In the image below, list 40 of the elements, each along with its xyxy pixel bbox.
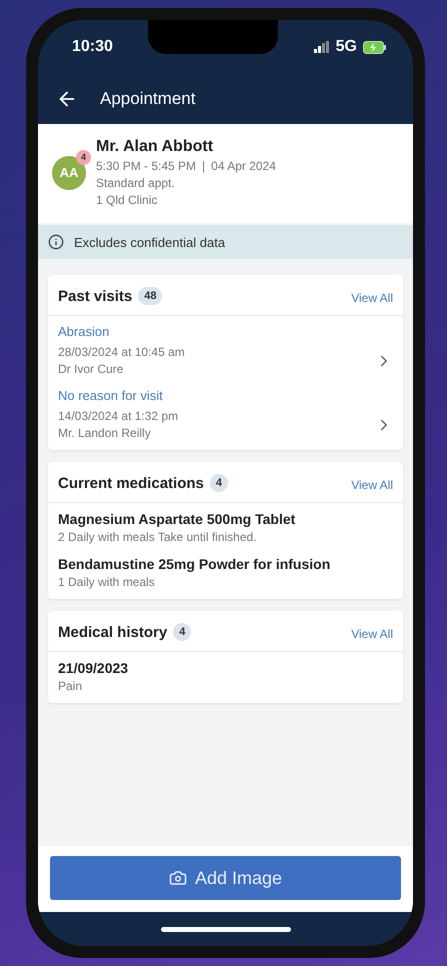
- section-title: Medical history: [58, 624, 168, 640]
- count-badge: 4: [210, 474, 228, 492]
- appointment-time: 5:30 PM - 5:45 PM: [96, 159, 196, 173]
- medication-dose: 2 Daily with meals Take until finished.: [58, 530, 258, 544]
- info-icon: [48, 234, 64, 250]
- notification-badge: 4: [76, 150, 91, 164]
- notice-text: Excludes confidential data: [74, 234, 226, 250]
- count-badge: 4: [173, 623, 192, 641]
- view-all-link[interactable]: View All: [351, 627, 393, 641]
- view-all-link[interactable]: View All: [351, 291, 393, 305]
- visit-datetime: 14/03/2024 at 1:32 pm: [58, 409, 178, 423]
- history-date: 21/09/2023: [58, 660, 130, 676]
- screen-title: Appointment: [100, 89, 196, 109]
- medication-name: Magnesium Aspartate 500mg Tablet: [58, 511, 296, 527]
- medication-name: Bendamustine 25mg Powder for infusion: [58, 556, 332, 572]
- battery-icon: [362, 40, 387, 54]
- appointment-date: 04 Apr 2024: [211, 159, 276, 173]
- visit-item[interactable]: Abrasion 28/03/2024 at 10:45 am Dr Ivor Cure: [58, 324, 393, 376]
- appointment-type: Standard appt.: [96, 176, 176, 190]
- avatar-initials: AA: [60, 165, 78, 180]
- camera-icon: [168, 869, 187, 887]
- view-all-link[interactable]: View All: [351, 478, 393, 492]
- visit-item[interactable]: No reason for visit 14/03/2024 at 1:32 pm Mr. Landon Reilly: [58, 388, 393, 440]
- patient-name: Mr. Alan Abbott: [96, 138, 214, 156]
- signal-icon: [314, 41, 330, 53]
- visit-reason: Abrasion: [58, 324, 110, 339]
- status-time: 10:30: [72, 38, 113, 56]
- section-title: Current medications: [58, 474, 204, 492]
- clinician-name: Dr Ivor Cure: [58, 362, 124, 376]
- medication-dose: 1 Daily with meals: [58, 575, 156, 589]
- count-badge: 48: [138, 287, 162, 305]
- clinic-name: 1 Qld Clinic: [96, 193, 158, 207]
- network-label: 5G: [336, 38, 357, 56]
- section-title: Past visits: [58, 288, 132, 304]
- add-image-button[interactable]: Add Image: [50, 856, 401, 900]
- visit-reason: No reason for visit: [58, 388, 164, 403]
- clinician-name: Mr. Landon Reilly: [58, 426, 152, 440]
- visit-datetime: 28/03/2024 at 10:45 am: [58, 345, 185, 359]
- separator: |: [202, 159, 206, 173]
- history-condition: Pain: [58, 679, 84, 693]
